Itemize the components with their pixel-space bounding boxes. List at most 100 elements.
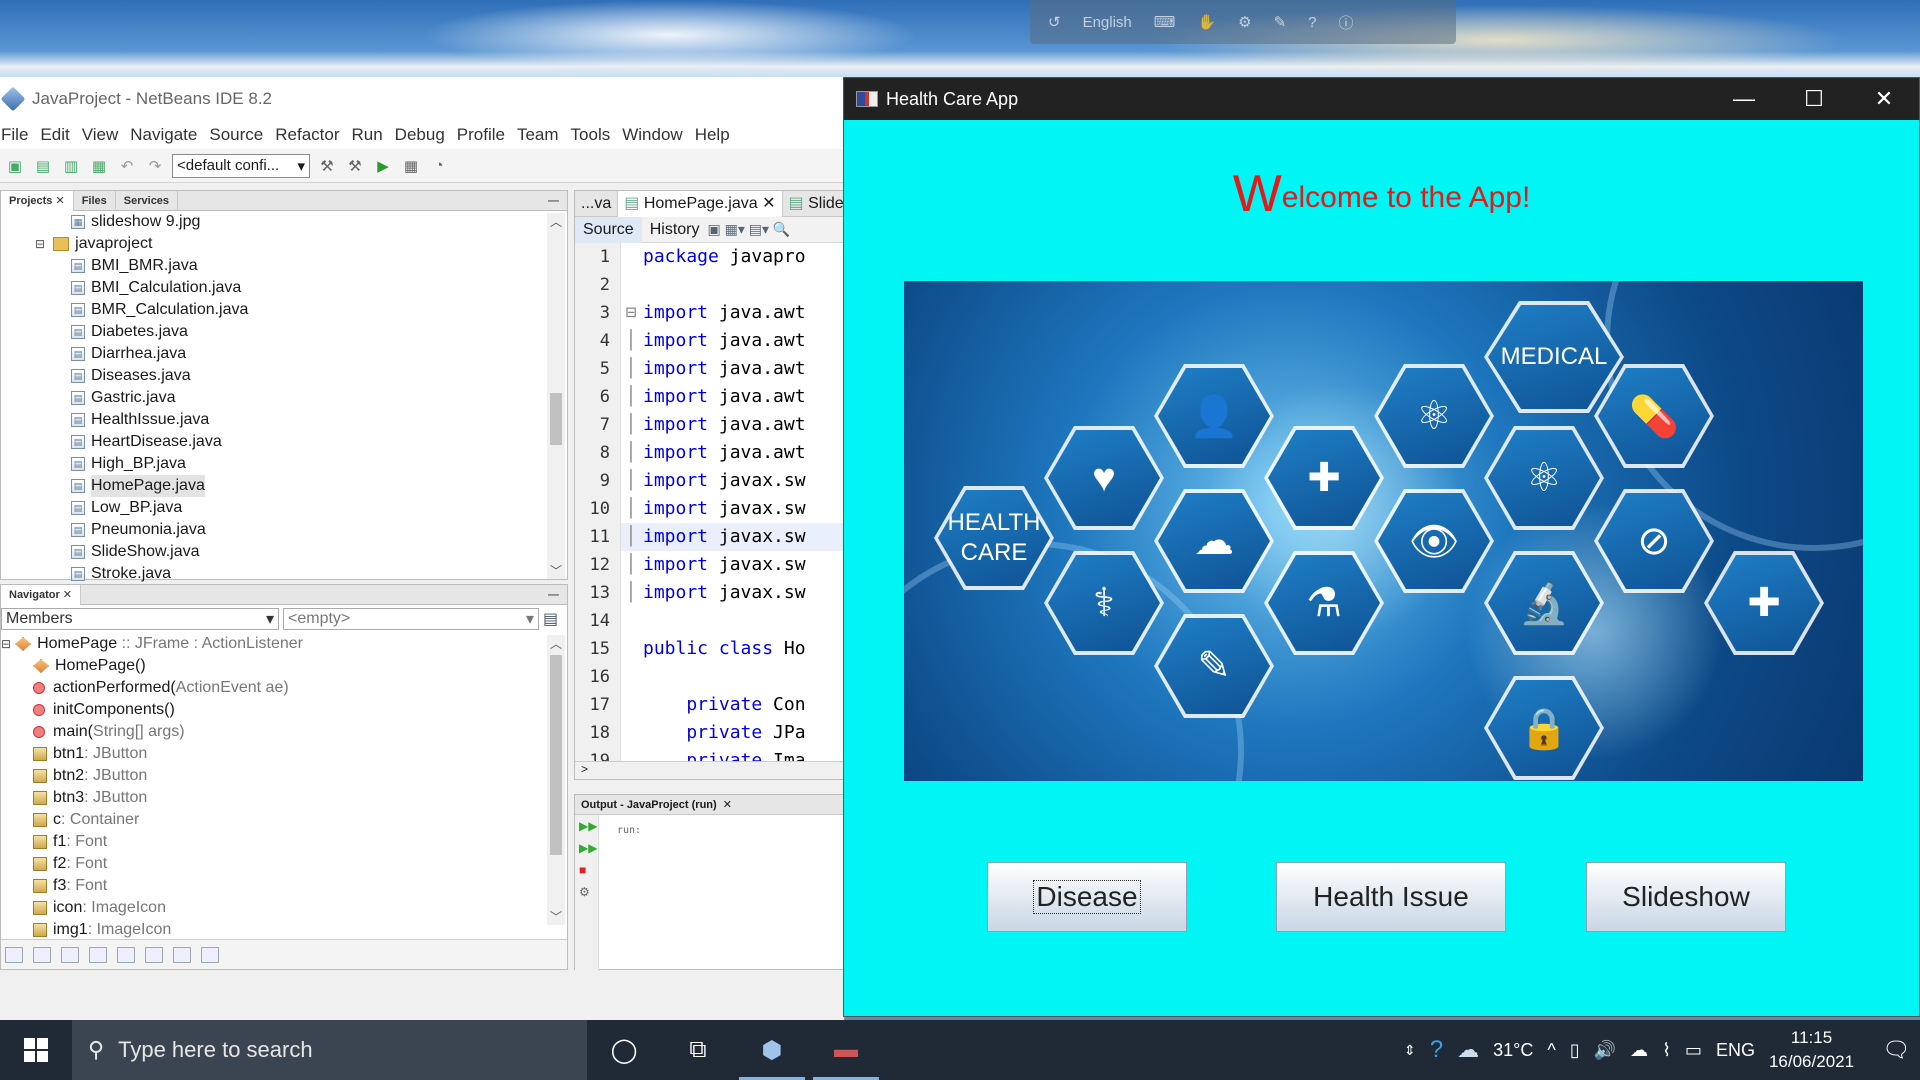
navigator-field[interactable]: f1 : Font <box>1 831 567 853</box>
redo-icon[interactable]: ↷ <box>144 155 166 177</box>
help-icon[interactable]: ? <box>1430 1036 1443 1064</box>
editor-tab[interactable]: ...va <box>575 191 619 217</box>
menu-team[interactable]: Team <box>516 125 560 145</box>
input-language[interactable]: ENG <box>1716 1040 1755 1061</box>
navigator-field[interactable]: f2 : Font <box>1 853 567 875</box>
tree-item-file[interactable]: ▤ BMI_Calculation.java <box>1 277 567 299</box>
code-area[interactable]: 1 package javapro 2 3 ⊟ import java.awt 4 │ impo… <box>575 243 844 775</box>
tree-item-file[interactable]: ▤ Diseases.java <box>1 365 567 387</box>
collapse-icon[interactable]: ⊟ <box>1 633 11 655</box>
editor-tab-homepage[interactable]: ▤ HomePage.java ✕ <box>618 191 783 217</box>
netbeans-taskbar-icon[interactable]: ⬢ <box>735 1020 809 1080</box>
navigator-field[interactable]: c : Container <box>1 809 567 831</box>
input-method-icon[interactable]: ↺ <box>1048 13 1061 31</box>
volume-icon[interactable]: 🔊 <box>1594 1040 1616 1061</box>
sort-icon[interactable] <box>173 946 191 963</box>
horizontal-scrollbar[interactable]: > <box>575 761 844 779</box>
collapse-icon[interactable]: ⊟ <box>35 233 45 255</box>
weather-icon[interactable]: ☁ <box>1457 1037 1479 1063</box>
new-file-icon[interactable]: ▣ <box>4 155 26 177</box>
sort-icon[interactable] <box>201 946 219 963</box>
filter-select[interactable]: <empty> ▾ <box>283 608 539 630</box>
filter-icon[interactable] <box>145 946 163 963</box>
tree-item-file[interactable]: ▤ Diabetes.java <box>1 321 567 343</box>
tab-output[interactable]: Output - JavaProject (run) ✕ <box>575 795 844 815</box>
menu-window[interactable]: Window <box>621 125 683 145</box>
navigator-scrollbar[interactable]: ︿ ﹀ <box>547 635 565 925</box>
info-icon[interactable]: ⓘ <box>1339 12 1354 33</box>
save-all-icon[interactable]: ▦ <box>88 155 110 177</box>
filter-icon[interactable] <box>61 946 79 963</box>
navigator-field[interactable]: icon : ImageIcon <box>1 897 567 919</box>
scroll-thumb[interactable] <box>550 655 562 855</box>
tab-history[interactable]: History <box>642 217 708 243</box>
stop-icon[interactable]: ■ <box>575 859 598 881</box>
pen-icon[interactable]: ✎ <box>1274 13 1287 31</box>
menu-navigate[interactable]: Navigate <box>129 125 198 145</box>
disease-button[interactable]: Disease <box>987 862 1187 932</box>
filter-icon[interactable] <box>33 946 51 963</box>
menu-source[interactable]: Source <box>208 125 264 145</box>
tab-services[interactable]: Services <box>116 190 179 211</box>
menu-help[interactable]: Help <box>694 125 731 145</box>
tree-item-package[interactable]: ⊟ javaproject <box>1 233 567 255</box>
navigator-method[interactable]: initComponents() <box>1 699 567 721</box>
tree-item-image[interactable]: ▦ slideshow 9.jpg <box>1 211 567 233</box>
slideshow-button[interactable]: Slideshow <box>1586 862 1786 932</box>
tab-projects[interactable]: Projects ✕ <box>1 190 74 211</box>
editor-toolbar-icons[interactable]: ▣ ▦▾ ▤▾ 🔍 <box>707 221 790 238</box>
rerun-icon[interactable]: ▶▶ <box>575 837 598 859</box>
minimize-icon[interactable]: — <box>548 195 567 207</box>
navigator-root[interactable]: ⊟ HomePage :: JFrame : ActionListener <box>1 633 567 655</box>
menu-file[interactable]: File <box>0 125 29 145</box>
debug-icon[interactable]: ▦ <box>400 155 422 177</box>
clean-build-icon[interactable]: ⚒ <box>344 155 366 177</box>
tree-item-file[interactable]: ▤ High_BP.java <box>1 453 567 475</box>
menu-debug[interactable]: Debug <box>394 125 446 145</box>
filter-icon[interactable] <box>89 946 107 963</box>
notifications-icon[interactable]: 🗨 <box>1882 1037 1910 1063</box>
profile-icon[interactable]: ◔ <box>428 155 450 177</box>
tree-item-file[interactable]: ▤ Low_BP.java <box>1 497 567 519</box>
projects-scrollbar[interactable]: ︿ ﹀ <box>547 213 565 579</box>
hand-icon[interactable]: ✋ <box>1197 13 1216 31</box>
show-hidden-icon[interactable]: ^ <box>1547 1040 1555 1061</box>
open-project-icon[interactable]: ▥ <box>60 155 82 177</box>
gear-icon[interactable]: ⚙ <box>1238 13 1251 31</box>
keyboard-icon[interactable]: ⌨ <box>1154 13 1176 31</box>
minimize-icon[interactable]: — <box>548 589 567 601</box>
minimize-button[interactable]: — <box>1709 78 1779 120</box>
new-project-icon[interactable]: ▤ <box>32 155 54 177</box>
tree-item-file[interactable]: ▤ HeartDisease.java <box>1 431 567 453</box>
build-icon[interactable]: ⚒ <box>316 155 338 177</box>
members-select[interactable]: Members ▾ <box>1 608 279 630</box>
tree-item-file[interactable]: ▤ BMI_BMR.java <box>1 255 567 277</box>
tab-files[interactable]: Files <box>74 190 116 211</box>
navigator-field[interactable]: img1 : ImageIcon <box>1 919 567 941</box>
tree-item-file[interactable]: ▤ HomePage.java <box>1 475 567 497</box>
language-label[interactable]: English <box>1083 14 1132 31</box>
navigator-method[interactable]: actionPerformed(ActionEvent ae) <box>1 677 567 699</box>
java-app-taskbar-icon[interactable]: ▬ <box>809 1020 883 1080</box>
tab-source[interactable]: Source <box>575 216 642 243</box>
tree-item-file[interactable]: ▤ Stroke.java <box>1 563 567 585</box>
start-button[interactable] <box>0 1020 72 1080</box>
editor-tab-slideshow[interactable]: ▤ SlideS <box>783 191 844 217</box>
clock[interactable]: 11:15 16/06/2021 <box>1769 1026 1854 1074</box>
navigator-field[interactable]: btn2 : JButton <box>1 765 567 787</box>
scroll-up-icon[interactable]: ︿ <box>547 213 565 230</box>
hierarchy-icon[interactable]: ▤ <box>543 609 558 629</box>
menu-view[interactable]: View <box>81 125 120 145</box>
navigator-constructor[interactable]: HomePage() <box>1 655 567 677</box>
taskbar-search[interactable]: ⚲ Type here to search <box>72 1020 587 1080</box>
navigator-field[interactable]: btn3 : JButton <box>1 787 567 809</box>
tree-item-file[interactable]: ▤ Gastric.java <box>1 387 567 409</box>
configuration-select[interactable]: <default confi... ▾ <box>172 153 310 178</box>
close-button[interactable]: ✕ <box>1849 78 1919 120</box>
navigator-method[interactable]: main(String[] args) <box>1 721 567 743</box>
weather-temp[interactable]: 31°C <box>1493 1040 1533 1061</box>
menu-run[interactable]: Run <box>350 125 383 145</box>
task-view-button[interactable]: ⧉ <box>661 1020 735 1080</box>
tree-item-file[interactable]: ▤ HealthIssue.java <box>1 409 567 431</box>
language-bar[interactable]: ↺ English ⌨ ✋ ⚙ ✎ ? ⓘ <box>1030 0 1456 44</box>
